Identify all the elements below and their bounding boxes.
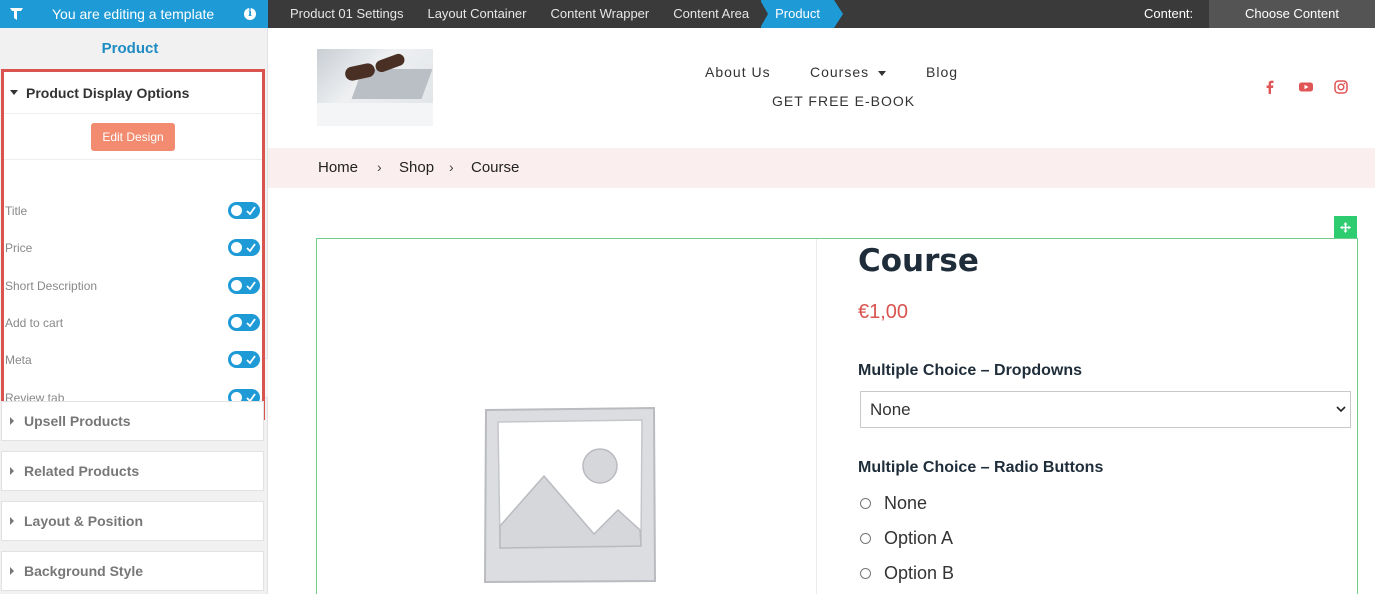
toggle-row-price: Price (4, 238, 262, 258)
layout-position-panel[interactable]: Layout & Position (1, 501, 264, 541)
check-icon (246, 318, 256, 328)
product-price: €1,00 (858, 301, 909, 323)
caret-down-icon (10, 90, 18, 95)
radio-option-none[interactable]: None (860, 492, 927, 514)
short-description-toggle[interactable] (228, 277, 260, 294)
content-label: Content: (1144, 6, 1194, 21)
breadcrumb-home[interactable]: Home (318, 159, 358, 176)
breadcrumb-separator: › (449, 159, 454, 175)
check-icon (246, 243, 256, 253)
add-to-cart-toggle[interactable] (228, 314, 260, 331)
breadcrumb-shop[interactable]: Shop (399, 159, 434, 176)
dropdown-selected-value: None (870, 400, 911, 419)
caret-right-icon (10, 417, 14, 425)
chevron-down-icon (878, 70, 887, 76)
title-toggle[interactable] (228, 202, 260, 219)
toggle-row-meta: Meta (4, 350, 262, 370)
site-logo-image[interactable] (317, 49, 433, 126)
editor-topbar: You are editing a template i Product 01 … (0, 0, 1375, 28)
radio-button[interactable] (860, 497, 871, 509)
choose-content-button[interactable]: Choose Content (1209, 0, 1375, 28)
crumb-content-area[interactable]: Content Area (661, 0, 761, 28)
site-preview: About Us Courses Blog GET FREE E-BOOK Ho… (268, 28, 1375, 594)
radio-label: None (884, 492, 928, 513)
chevron-down-icon (1336, 406, 1346, 413)
breadcrumb-current: Course (471, 159, 520, 176)
panel-label: Upsell Products (24, 413, 131, 429)
element-breadcrumb: Product 01 Settings Layout Container Con… (278, 0, 843, 28)
facebook-icon[interactable] (1262, 79, 1278, 95)
info-icon[interactable]: i (244, 8, 256, 20)
radio-field-label: Multiple Choice – Radio Buttons (858, 459, 1104, 476)
toggle-label: Title (5, 204, 28, 218)
edit-design-wrap: Edit Design (4, 114, 262, 160)
background-style-panel[interactable]: Background Style (1, 551, 264, 591)
editor-window: You are editing a template i Product 01 … (0, 0, 1375, 594)
settings-sidebar: Product Product Display Options Edit Des… (0, 28, 268, 594)
radio-option-a[interactable]: Option A (860, 527, 953, 549)
crumb-layout-container[interactable]: Layout Container (415, 0, 538, 28)
check-icon (246, 355, 256, 365)
nav-courses-label: Courses (810, 64, 870, 80)
instagram-icon[interactable] (1333, 79, 1349, 95)
crumb-content-wrapper[interactable]: Content Wrapper (538, 0, 661, 28)
toggle-label: Short Description (5, 279, 98, 293)
radio-option-b[interactable]: Option B (860, 562, 954, 584)
panel-label: Layout & Position (24, 513, 143, 529)
radio-label: Option A (884, 527, 954, 548)
crumb-product-settings[interactable]: Product 01 Settings (278, 0, 415, 28)
toggle-row-short-description: Short Description (4, 276, 262, 296)
sidebar-title: Product (101, 40, 159, 57)
caret-right-icon (10, 567, 14, 575)
nav-blog[interactable]: Blog (926, 64, 958, 80)
breadcrumb: Home › Shop › Course (268, 148, 1375, 188)
caret-right-icon (10, 517, 14, 525)
nav-about-us[interactable]: About Us (705, 64, 771, 80)
radio-button[interactable] (860, 567, 871, 579)
toggle-label: Add to cart (5, 316, 64, 330)
dropdown-field-label: Multiple Choice – Dropdowns (858, 362, 1083, 379)
multiple-choice-dropdown[interactable]: None (860, 391, 1351, 428)
product-display-options-header[interactable]: Product Display Options (4, 72, 262, 114)
template-notice: You are editing a template i (0, 0, 268, 28)
check-icon (246, 206, 256, 216)
nav-free-ebook[interactable]: GET FREE E-BOOK (772, 93, 915, 109)
nav-courses[interactable]: Courses (810, 64, 887, 80)
related-products-panel[interactable]: Related Products (1, 451, 264, 491)
panel-label: Background Style (24, 563, 144, 579)
product-display-options-panel: Product Display Options Edit Design Titl… (1, 69, 265, 420)
image-placeholder-icon (483, 406, 657, 584)
crumb-product[interactable]: Product (760, 0, 843, 28)
product-element[interactable]: Course €1,00 Multiple Choice – Dropdowns… (316, 238, 1358, 594)
toggle-row-add-to-cart: Add to cart (4, 313, 262, 333)
youtube-icon[interactable] (1298, 79, 1314, 95)
upsell-products-panel[interactable]: Upsell Products (1, 401, 264, 441)
template-notice-text: You are editing a template (52, 6, 215, 22)
radio-label: Option B (884, 562, 955, 583)
breadcrumb-separator: › (377, 159, 382, 175)
meta-toggle[interactable] (228, 351, 260, 368)
panel-label: Related Products (24, 463, 140, 479)
toggle-label: Price (5, 241, 33, 255)
toggle-row-title: Title (4, 201, 262, 221)
check-icon (246, 281, 256, 291)
caret-right-icon (10, 467, 14, 475)
move-handle-icon[interactable] (1334, 216, 1357, 238)
radio-button[interactable] (860, 532, 871, 544)
panel-header-label: Product Display Options (26, 84, 190, 101)
builder-logo-icon[interactable] (4, 0, 30, 28)
edit-design-button[interactable]: Edit Design (91, 122, 175, 151)
product-title: Course (858, 243, 979, 279)
price-toggle[interactable] (228, 239, 260, 256)
toggle-label: Meta (5, 353, 32, 367)
